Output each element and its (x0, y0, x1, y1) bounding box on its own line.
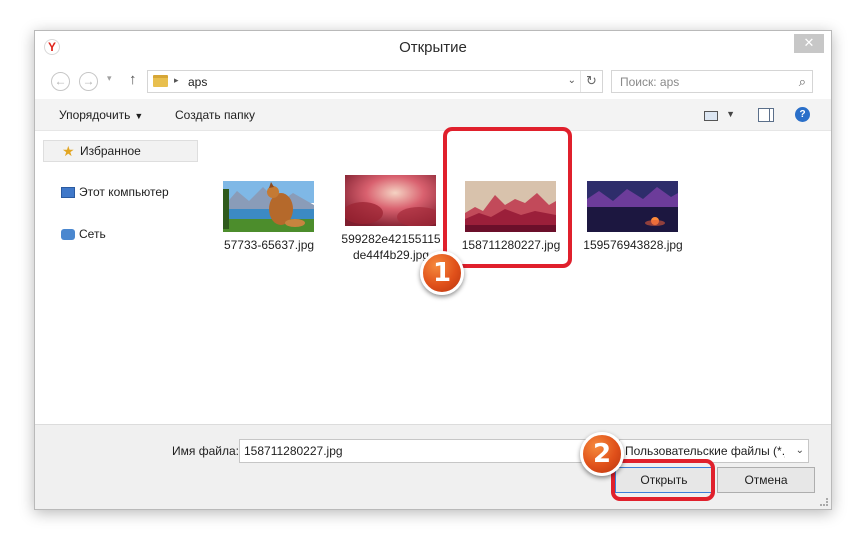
chevron-down-icon: ⌄ (795, 445, 804, 456)
sidebar-item-favorites[interactable]: ★ Избранное (43, 140, 198, 162)
highlight-frame-open-button (611, 459, 715, 501)
help-icon[interactable]: ? (795, 107, 810, 122)
back-button[interactable]: ← (51, 72, 70, 91)
command-bar: Упорядочить ▼ Создать папку ▼ ? (35, 99, 831, 131)
sidebar-item-label: Сеть (79, 227, 106, 241)
file-name-line1: 599282e42155115 (341, 232, 441, 246)
file-name: 57733-65637.jpg (223, 238, 315, 252)
view-options-icon[interactable] (704, 111, 718, 121)
file-name: 159576943828.jpg (583, 238, 683, 252)
search-input[interactable]: Поиск: aps ⌕ (611, 70, 813, 93)
caret-down-icon: ▼ (134, 111, 144, 121)
search-placeholder: Поиск: aps (620, 75, 680, 89)
sidebar-item-label: Избранное (80, 144, 141, 158)
file-item[interactable]: 159576943828.jpg (583, 171, 683, 267)
step-badge-2: 2 (580, 432, 624, 476)
recent-locations-chevron-icon[interactable]: ▾ (107, 73, 112, 84)
cancel-button[interactable]: Отмена (717, 467, 815, 493)
up-folder-button[interactable]: ↑ (129, 71, 137, 88)
breadcrumb-arrow-icon[interactable]: ▸ (174, 75, 179, 86)
address-dropdown-icon[interactable]: ⌄ (568, 75, 576, 86)
folder-icon (153, 75, 168, 87)
organize-label: Упорядочить (59, 108, 131, 122)
sidebar-item-this-pc[interactable]: Этот компьютер (43, 182, 198, 204)
title-bar: Y Открытие ✕ (35, 31, 831, 63)
filename-label: Имя файла: (172, 444, 239, 458)
pink-clouds-thumbnail (345, 175, 436, 226)
address-row: ← → ▾ ↑ ▸ aps ⌄ ↻ Поиск: aps ⌕ (35, 67, 831, 95)
step-badge-1: 1 (420, 251, 464, 295)
forward-button[interactable]: → (79, 72, 98, 91)
resize-grip-icon[interactable] (820, 498, 828, 506)
view-dropdown-icon[interactable]: ▼ (726, 109, 735, 119)
breadcrumb-folder[interactable]: aps (188, 75, 207, 89)
search-icon[interactable]: ⌕ (799, 74, 806, 90)
refresh-button[interactable]: ↻ (580, 71, 602, 92)
dialog-title: Открытие (399, 39, 467, 56)
filename-input[interactable]: 158711280227.jpg (239, 439, 611, 463)
fox-landscape-thumbnail (223, 181, 314, 232)
file-item[interactable]: 57733-65637.jpg (219, 171, 319, 267)
purple-night-thumbnail (587, 181, 678, 232)
star-icon: ★ (62, 143, 75, 159)
network-icon (61, 229, 75, 240)
sidebar-item-network[interactable]: Сеть (43, 224, 198, 246)
computer-icon (61, 187, 75, 198)
organize-button[interactable]: Упорядочить ▼ (59, 108, 143, 122)
preview-pane-icon[interactable] (758, 108, 774, 122)
new-folder-button[interactable]: Создать папку (175, 108, 255, 122)
highlight-frame-selected-file (443, 127, 572, 268)
close-button[interactable]: ✕ (794, 34, 824, 53)
address-bar[interactable]: ▸ aps ⌄ ↻ (147, 70, 603, 93)
sidebar-item-label: Этот компьютер (79, 185, 169, 199)
navigation-pane: ★ Избранное Этот компьютер Сеть (35, 132, 205, 422)
